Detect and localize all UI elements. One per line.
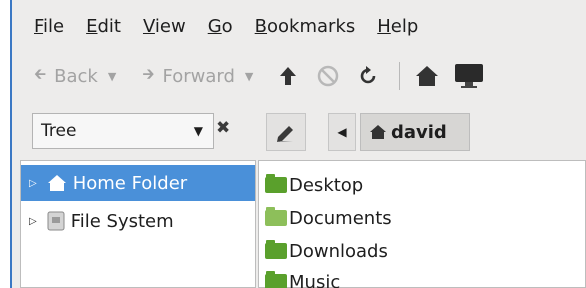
- up-arrow-icon[interactable]: [275, 63, 301, 89]
- menu-view-mnemonic: V: [142, 15, 155, 37]
- menu-edit[interactable]: Edit: [84, 12, 123, 41]
- drive-icon: [47, 211, 65, 231]
- breadcrumb-current[interactable]: david: [360, 113, 470, 151]
- menu-go[interactable]: Go: [206, 12, 235, 41]
- home-icon: [370, 125, 386, 139]
- reload-icon[interactable]: [355, 63, 381, 89]
- menu-view-label: iew: [154, 15, 186, 37]
- back-history-dropdown-icon[interactable]: ▼: [108, 70, 116, 83]
- file-item-label: Documents: [289, 207, 392, 229]
- computer-icon[interactable]: [454, 63, 484, 89]
- forward-button[interactable]: 🡲 Forward ▼: [142, 64, 253, 89]
- tree-item-home-folder[interactable]: ▷ Home Folder: [21, 165, 255, 201]
- breadcrumb-label: david: [391, 121, 447, 143]
- expander-icon[interactable]: ▷: [29, 216, 37, 227]
- file-manager-window: File Edit View Go Bookmarks Help 🡰 Back …: [12, 0, 586, 288]
- side-pane-tree: ▷ Home Folder ▷ File System: [20, 160, 256, 288]
- forward-arrow-icon: 🡲: [142, 64, 155, 83]
- back-label: Back: [54, 65, 98, 87]
- file-item-label: Music: [289, 271, 341, 288]
- forward-history-dropdown-icon[interactable]: ▼: [245, 70, 253, 83]
- menu-go-mnemonic: G: [207, 15, 222, 37]
- location-toolbar: Tree ▼ ✖ ◀ david: [12, 104, 586, 156]
- menu-help-label: elp: [390, 15, 419, 37]
- side-pane-mode-value: Tree: [41, 121, 77, 141]
- home-icon[interactable]: [414, 63, 440, 89]
- menu-help-mnemonic: H: [377, 15, 391, 37]
- file-item-label: Downloads: [289, 240, 388, 262]
- file-item-music[interactable]: Music: [265, 266, 340, 288]
- expander-icon[interactable]: ▷: [29, 178, 37, 189]
- menu-file-mnemonic: F: [34, 15, 44, 37]
- menu-bookmarks-mnemonic: B: [254, 15, 268, 37]
- menu-bookmarks[interactable]: Bookmarks: [253, 12, 358, 41]
- pencil-icon: [277, 126, 293, 142]
- file-item-desktop[interactable]: Desktop: [265, 169, 363, 201]
- tree-item-label: Home Folder: [72, 172, 188, 194]
- file-item-downloads[interactable]: Downloads: [265, 235, 388, 267]
- back-button[interactable]: 🡰 Back ▼: [34, 64, 116, 89]
- stop-icon[interactable]: [315, 63, 341, 89]
- toolbar-separator: [399, 62, 401, 90]
- file-item-label: Desktop: [289, 174, 364, 196]
- home-icon: [47, 175, 66, 191]
- menu-edit-mnemonic: E: [86, 15, 98, 37]
- menu-file-label: ile: [43, 15, 65, 37]
- documents-folder-icon: [265, 207, 287, 226]
- tree-item-file-system[interactable]: ▷ File System: [21, 203, 255, 239]
- menu-file[interactable]: File: [32, 12, 66, 41]
- chevron-down-icon: ▼: [193, 124, 203, 138]
- menu-bar: File Edit View Go Bookmarks Help: [12, 0, 586, 52]
- back-arrow-icon: 🡰: [34, 64, 47, 83]
- menu-bookmarks-label: ookmarks: [267, 15, 356, 37]
- music-folder-icon: [265, 271, 287, 288]
- menu-go-label: o: [221, 15, 233, 37]
- edit-location-button[interactable]: [266, 113, 306, 151]
- downloads-folder-icon: [265, 240, 287, 259]
- navigation-toolbar: 🡰 Back ▼ 🡲 Forward ▼: [12, 52, 586, 100]
- desktop-folder-icon: [265, 174, 287, 193]
- side-pane-mode-select[interactable]: Tree ▼: [32, 113, 214, 149]
- close-side-pane-icon[interactable]: ✖: [216, 118, 230, 138]
- chevron-left-icon: ◀: [337, 125, 347, 139]
- menu-view[interactable]: View: [141, 12, 188, 41]
- menu-help[interactable]: Help: [375, 12, 420, 41]
- breadcrumb-scroll-left-button[interactable]: ◀: [328, 113, 356, 151]
- forward-label: Forward: [162, 65, 235, 87]
- file-list: Desktop Documents Downloads Music: [258, 160, 586, 288]
- tree-item-label: File System: [70, 210, 174, 232]
- file-item-documents[interactable]: Documents: [265, 202, 392, 234]
- menu-edit-label: dit: [97, 15, 121, 37]
